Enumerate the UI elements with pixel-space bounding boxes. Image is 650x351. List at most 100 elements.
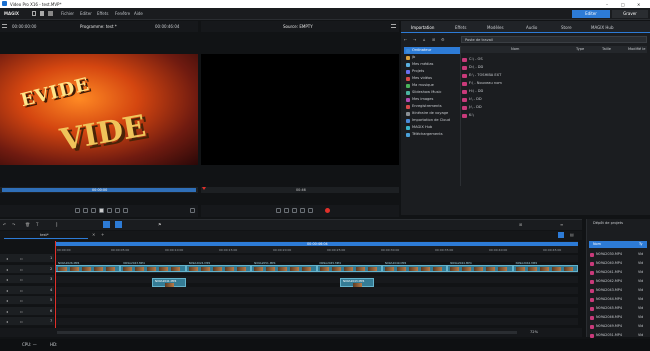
mark-out-button[interactable] (123, 208, 128, 213)
play-button[interactable] (99, 208, 104, 213)
source-menu-icon[interactable] (391, 24, 396, 28)
next-button[interactable] (107, 208, 112, 213)
mode-export-button[interactable]: Graver (612, 10, 648, 18)
settings-icon[interactable]: ⚙ (441, 37, 445, 42)
col-modifie[interactable]: Modifié le (628, 47, 645, 51)
tab-modeles[interactable]: Modèles (487, 25, 504, 30)
track-mute-icon[interactable]: ◂ (6, 288, 8, 293)
source-item[interactable]: Mes images (404, 96, 460, 103)
tab-store[interactable]: Store (561, 25, 572, 30)
track-lane[interactable] (55, 276, 578, 283)
playhead[interactable] (55, 241, 56, 329)
track-mute-icon[interactable]: ◂ (6, 256, 8, 261)
source-item[interactable]: Ma musique (404, 82, 460, 89)
col-nom[interactable]: Nom (511, 47, 519, 51)
new-icon[interactable] (32, 11, 36, 16)
maximize-icon[interactable]: □ (621, 2, 625, 7)
up-icon[interactable]: ⌂ (423, 37, 426, 42)
video-clip[interactable]: N09A2026.MP4 (55, 261, 121, 272)
track-lane[interactable] (55, 318, 578, 325)
overlay-clip[interactable]: N09A2043.MP4 (340, 278, 374, 287)
redo-icon[interactable]: ↷ (12, 222, 15, 227)
range-icon[interactable] (115, 221, 122, 228)
overlay-clip[interactable]: N09A2041.MP4 (152, 278, 186, 287)
menu-icon[interactable] (2, 24, 7, 28)
project-item[interactable]: N09A2044.MP4 Vid (588, 295, 644, 304)
source-item[interactable]: Projets (404, 68, 460, 75)
video-clip[interactable]: N09A2043.MP4 (120, 261, 186, 272)
mark-in-button[interactable] (75, 208, 80, 213)
source-item[interactable]: Slideshow Music (404, 89, 460, 96)
drive-item[interactable]: I:\ - DD (461, 96, 482, 103)
menu-aide[interactable]: Aide (134, 11, 143, 16)
video-clip[interactable]: N09A2049.MP4 (381, 261, 448, 272)
track-lane[interactable] (55, 286, 578, 294)
track-header[interactable]: 3 ◂ ▫ (0, 275, 54, 284)
col-taille[interactable]: Taille (602, 47, 611, 51)
source-mark-in-button[interactable] (276, 208, 281, 213)
drive-item[interactable]: F:\ - Nouveau nom (461, 80, 502, 87)
program-scrub-track[interactable]: 00:00:00 (0, 187, 198, 193)
save-icon[interactable] (40, 11, 44, 16)
source-playhead-icon[interactable] (202, 187, 206, 190)
source-prev-button[interactable] (284, 208, 289, 213)
track-lane[interactable] (55, 297, 578, 304)
minimize-icon[interactable]: – (606, 2, 608, 7)
text-icon[interactable]: T (36, 222, 38, 227)
back-icon[interactable]: ← (404, 37, 407, 42)
stop-button[interactable] (91, 208, 96, 213)
track-mute-icon[interactable]: ◂ (6, 319, 8, 324)
delete-icon[interactable]: 🗑 (25, 222, 30, 227)
track-mute-icon[interactable]: ◂ (6, 267, 8, 272)
tab-magix-hub[interactable]: MAGIX Hub (591, 25, 614, 30)
menu-fichier[interactable]: Fichier (61, 11, 74, 16)
source-play-button[interactable] (300, 208, 305, 213)
drive-item[interactable]: D:\ - DD (461, 64, 483, 71)
forward-icon[interactable]: → (413, 37, 416, 42)
pi-col-type[interactable]: Ty (639, 242, 643, 246)
record-icon[interactable] (325, 208, 330, 213)
project-item[interactable]: N09A2040.MP4 Vid (588, 259, 644, 268)
view-icon[interactable]: ⊞ (432, 37, 435, 42)
project-item[interactable]: N09A2046.MP4 Vid (588, 313, 644, 322)
loop-button[interactable] (115, 208, 120, 213)
list-icon[interactable]: ≡ (560, 222, 563, 227)
open-icon[interactable] (48, 11, 53, 16)
col-type[interactable]: Type (576, 47, 584, 51)
video-clip[interactable]: N09A2045.MP4 (316, 261, 382, 272)
track-lock-icon[interactable]: ▫ (20, 319, 23, 324)
drive-item[interactable]: K:\ (461, 112, 474, 119)
track-lane[interactable] (55, 307, 578, 315)
menu-fenetre[interactable]: Fenêtre (115, 11, 130, 16)
prev-button[interactable] (83, 208, 88, 213)
source-item[interactable]: Importation de Cloud (404, 117, 460, 124)
pi-col-nom[interactable]: Nom (593, 242, 601, 246)
track-lock-icon[interactable]: ▫ (20, 288, 23, 293)
video-clip[interactable]: N09A2044.MP4 (447, 261, 513, 272)
source-item[interactable]: Itinéraire de voyage (404, 110, 460, 117)
source-item[interactable]: MAGIX Hub (404, 124, 460, 131)
source-item[interactable]: Enregistrements (404, 103, 460, 110)
source-item[interactable]: Mes médias (404, 61, 460, 68)
video-clip[interactable]: N09A2042.MP4 (512, 261, 578, 272)
track-lock-icon[interactable]: ▫ (20, 298, 23, 303)
timeline-view-icon[interactable] (558, 232, 564, 238)
track-lock-icon[interactable]: ▫ (20, 277, 23, 282)
split-icon[interactable]: ⫿ (56, 222, 57, 227)
program-fullscreen-icon[interactable] (190, 208, 195, 213)
track-lock-icon[interactable]: ▫ (20, 267, 23, 272)
track-header[interactable]: 1 ◂ ▫ (0, 254, 54, 263)
video-clip[interactable]: N09A2024.MP4 (185, 261, 252, 272)
horizontal-scrollbar[interactable] (57, 331, 517, 334)
project-item[interactable]: N09A2043.MP4 Vid (588, 286, 644, 295)
path-field[interactable]: Poste de travail (461, 36, 647, 43)
drive-item[interactable]: E:\ - TOSHIBA EXT (461, 72, 501, 79)
track-lock-icon[interactable]: ▫ (20, 256, 23, 261)
project-item[interactable]: N09A2042.MP4 Vid (588, 277, 644, 286)
timeline-view2-icon[interactable]: ▤ (570, 232, 574, 237)
project-item[interactable]: N09A2041.MP4 Vid (588, 268, 644, 277)
track-header[interactable]: 2 ◂ ▫ (0, 264, 54, 274)
tab-effets[interactable]: Effets (455, 25, 466, 30)
track-mute-icon[interactable]: ◂ (6, 309, 8, 314)
tab-audio[interactable]: Audio (526, 25, 537, 30)
